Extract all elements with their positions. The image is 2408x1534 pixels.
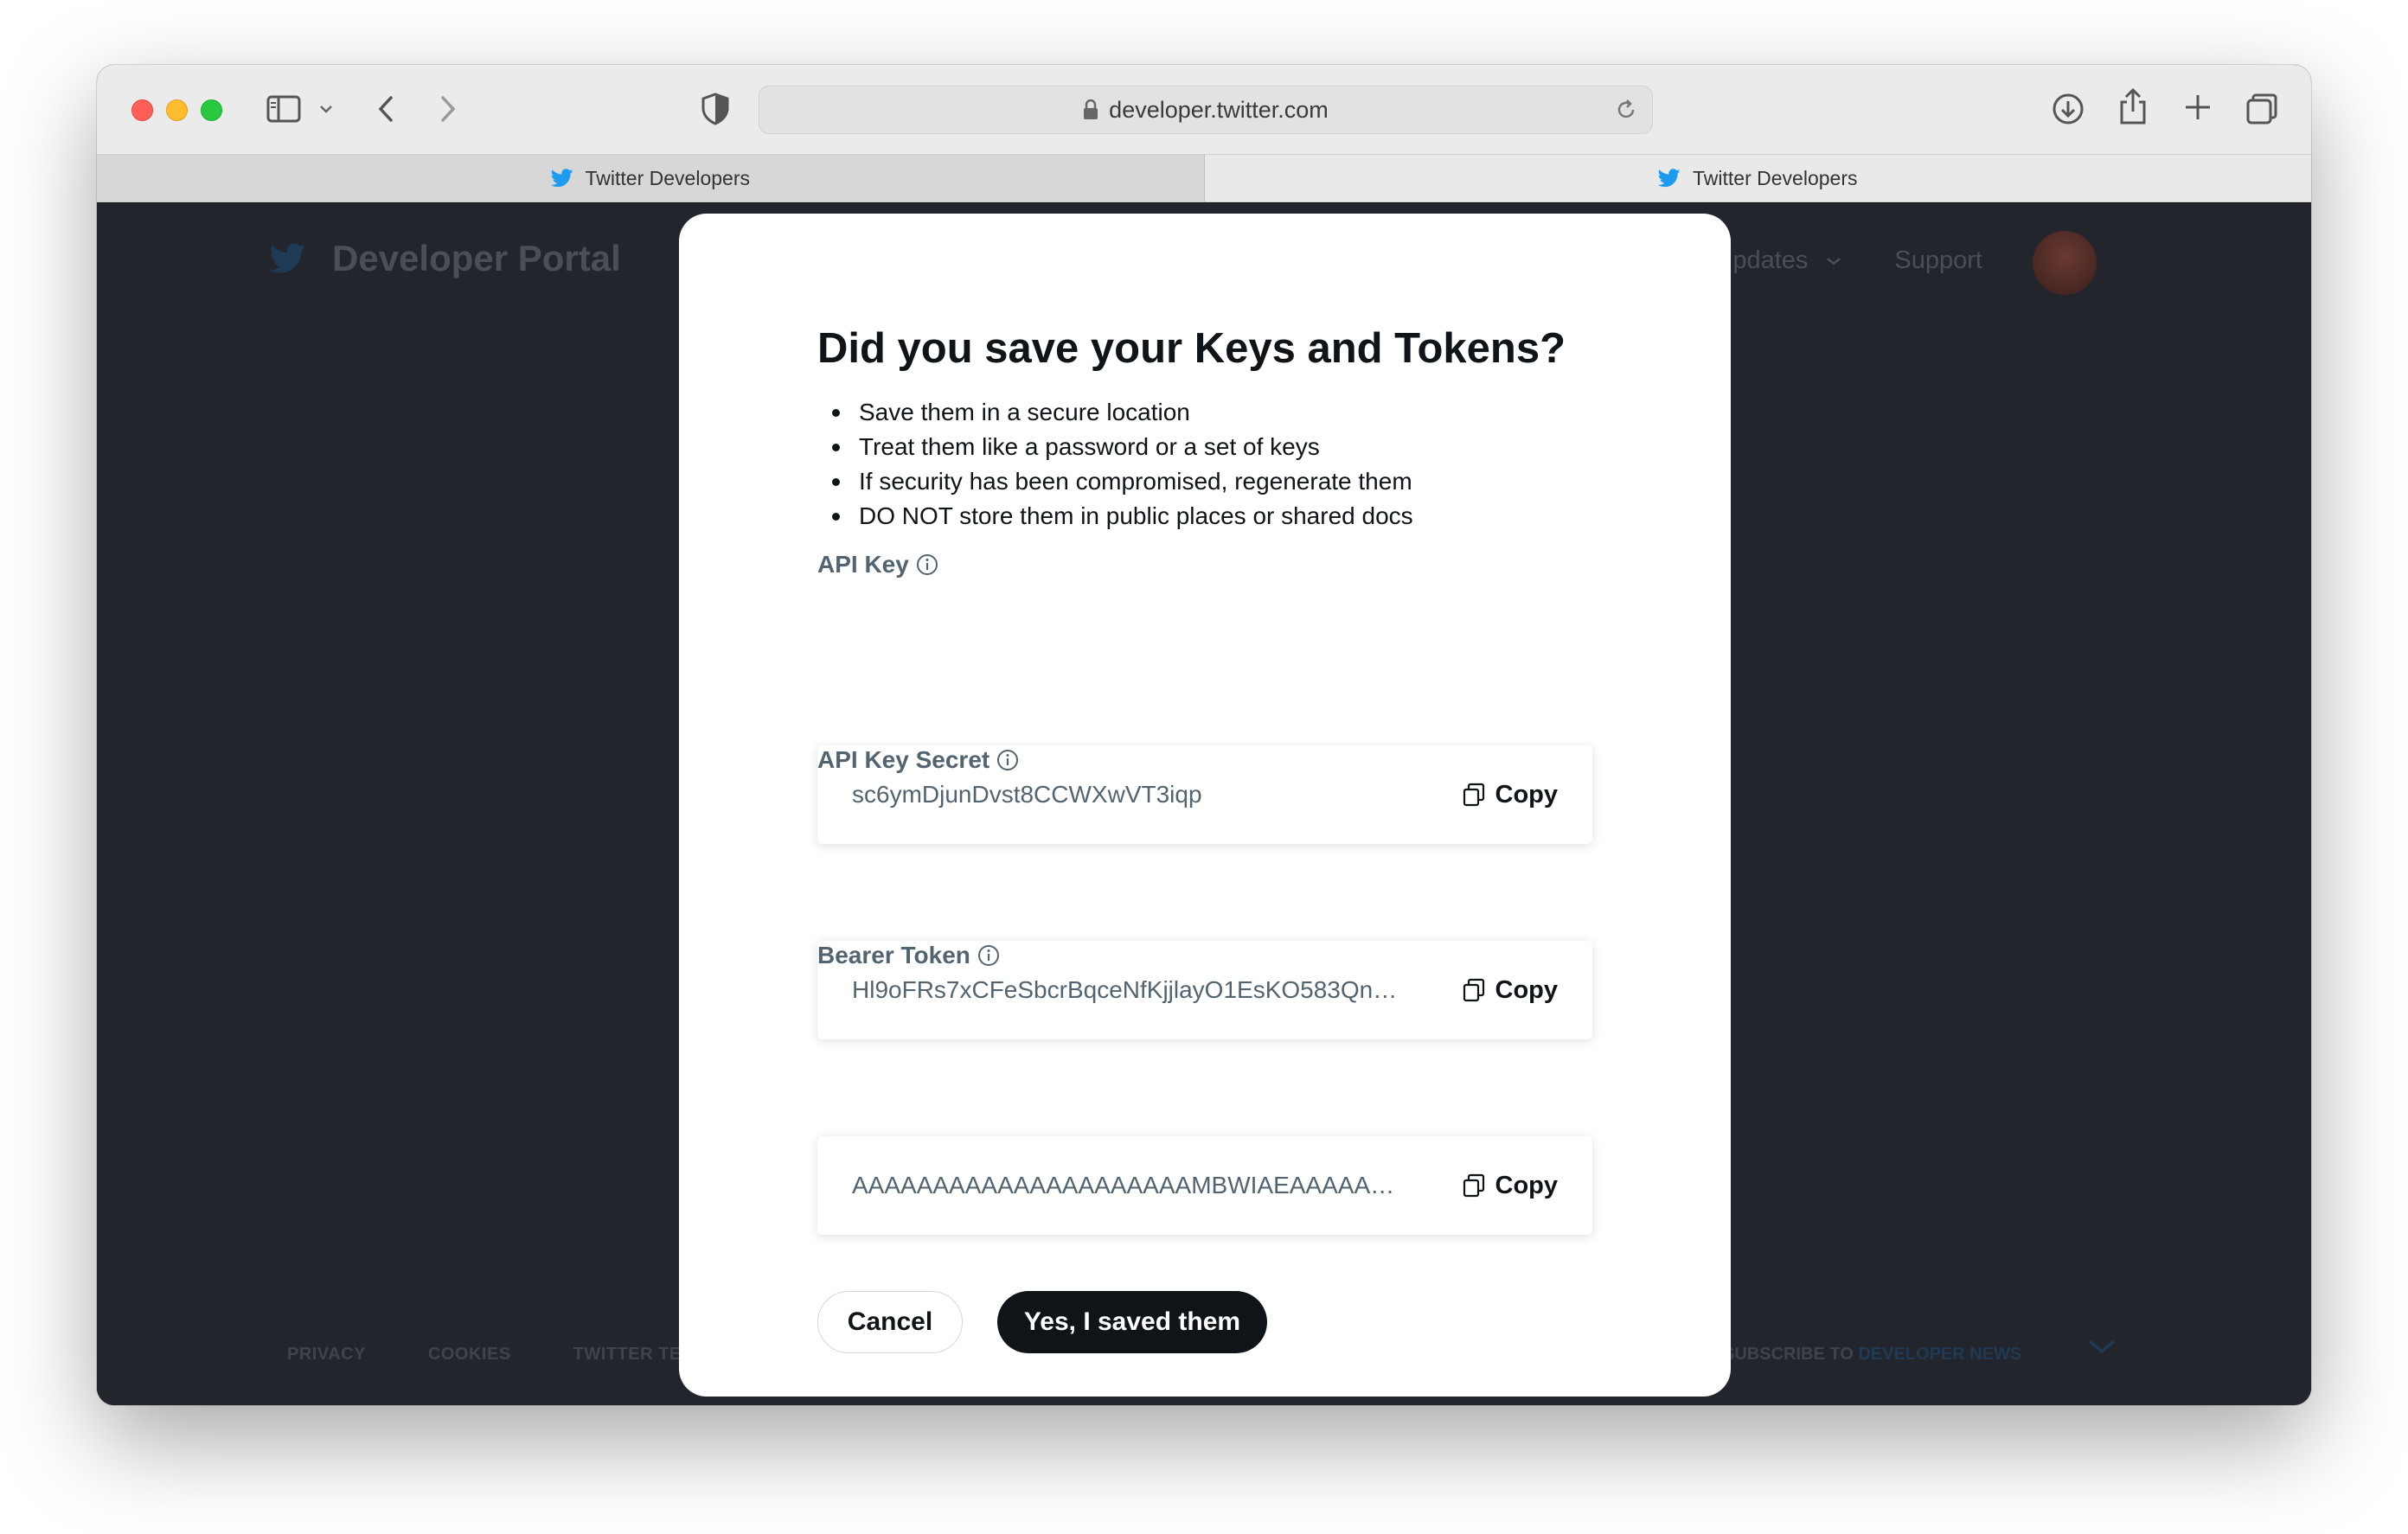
twitter-bird-icon [1658, 169, 1681, 188]
bearer-token-value: AAAAAAAAAAAAAAAAAAAAAMBWIAEAAAAAS... [852, 1172, 1406, 1198]
portal-nav: Updates Support [1714, 246, 1982, 275]
share-icon[interactable] [2117, 87, 2149, 125]
url-text: developer.twitter.com [1109, 96, 1329, 123]
field-label-text: API Key [817, 551, 909, 578]
field-label-text: API Key Secret [817, 746, 990, 773]
footer-cookies-link[interactable]: COOKIES [428, 1345, 511, 1365]
chevron-down-icon[interactable] [318, 103, 334, 115]
nav-updates[interactable]: Updates [1714, 246, 1842, 275]
footer-subscribe-prefix: SUBSCRIBE TO [1723, 1345, 1859, 1364]
field-label-text: Bearer Token [817, 942, 970, 968]
twitter-bird-icon [550, 169, 573, 188]
cancel-button[interactable]: Cancel [817, 1291, 963, 1353]
copy-icon [1463, 1173, 1484, 1198]
copy-bearer-token-button[interactable]: Copy [1463, 1171, 1559, 1200]
list-item: DO NOT store them in public places or sh… [817, 499, 1413, 534]
keys-tokens-dialog: Did you save your Keys and Tokens? Save … [679, 214, 1731, 1397]
copy-label: Copy [1495, 1171, 1559, 1199]
new-tab-icon[interactable] [2183, 93, 2213, 122]
back-arrow-icon[interactable] [374, 94, 400, 124]
copy-icon [1463, 783, 1484, 807]
list-item: Treat them like a password or a set of k… [817, 430, 1413, 464]
dialog-title: Did you save your Keys and Tokens? [817, 325, 1566, 372]
reload-icon[interactable] [1614, 98, 1638, 128]
bearer-token-label: Bearer Token [817, 942, 1000, 969]
tab-twitter-developers-2[interactable]: Twitter Developers [1205, 155, 2312, 201]
copy-label: Copy [1495, 780, 1559, 809]
dialog-bullet-list: Save them in a secure location Treat the… [817, 395, 1413, 534]
chevron-down-icon[interactable] [2086, 1336, 2117, 1361]
api-key-secret-value: Hl9oFRs7xCFeSbcrBqceNfKjjlayO1EsKO583QnE… [852, 976, 1406, 1003]
api-key-value: sc6ymDjunDvst8CCWXwVT3iqp [852, 781, 1202, 808]
copy-icon [1463, 978, 1484, 1002]
lock-icon [1083, 99, 1098, 120]
copy-api-key-button[interactable]: Copy [1463, 780, 1559, 809]
tab-label: Twitter Developers [585, 166, 750, 189]
address-bar[interactable]: developer.twitter.com [759, 86, 1653, 134]
info-icon[interactable] [916, 553, 938, 576]
nav-support[interactable]: Support [1894, 246, 1982, 275]
sidebar-toggle-icon[interactable] [266, 94, 301, 124]
browser-toolbar: developer.twitter.com [97, 65, 2311, 155]
api-key-label: API Key [817, 551, 938, 578]
api-key-secret-label: API Key Secret [817, 746, 1019, 774]
minimize-window-button[interactable] [166, 99, 188, 121]
chevron-down-icon [1827, 257, 1841, 265]
list-item: If security has been compromised, regene… [817, 464, 1413, 499]
bearer-token-field: AAAAAAAAAAAAAAAAAAAAAMBWIAEAAAAAS... Cop… [817, 1136, 1592, 1235]
footer-privacy-link[interactable]: PRIVACY [287, 1345, 366, 1365]
copy-label: Copy [1495, 975, 1559, 1004]
close-window-button[interactable] [131, 99, 153, 121]
twitter-bird-icon [270, 243, 306, 274]
footer-subscribe[interactable]: SUBSCRIBE TO DEVELOPER NEWS [1723, 1345, 2021, 1365]
list-item: Save them in a secure location [817, 395, 1413, 430]
tab-twitter-developers-1[interactable]: Twitter Developers [97, 155, 1205, 201]
info-icon[interactable] [977, 944, 1000, 967]
privacy-shield-icon[interactable] [701, 93, 730, 125]
copy-api-key-secret-button[interactable]: Copy [1463, 975, 1559, 1005]
browser-window: developer.twitter.com Twitter Developers [97, 65, 2311, 1405]
tab-bar: Twitter Developers Twitter Developers [97, 155, 2311, 202]
avatar[interactable] [2033, 231, 2097, 295]
tab-overview-icon[interactable] [2245, 93, 2278, 125]
confirm-saved-button[interactable]: Yes, I saved them [997, 1291, 1267, 1353]
forward-arrow-icon[interactable] [434, 94, 460, 124]
portal-logo[interactable]: Developer Portal [270, 238, 621, 279]
tab-label: Twitter Developers [1693, 166, 1858, 189]
portal-title: Developer Portal [332, 238, 621, 278]
footer-developer-news-link[interactable]: DEVELOPER NEWS [1858, 1345, 2021, 1364]
zoom-window-button[interactable] [201, 99, 222, 121]
info-icon[interactable] [996, 749, 1019, 771]
downloads-icon[interactable] [2052, 93, 2085, 125]
